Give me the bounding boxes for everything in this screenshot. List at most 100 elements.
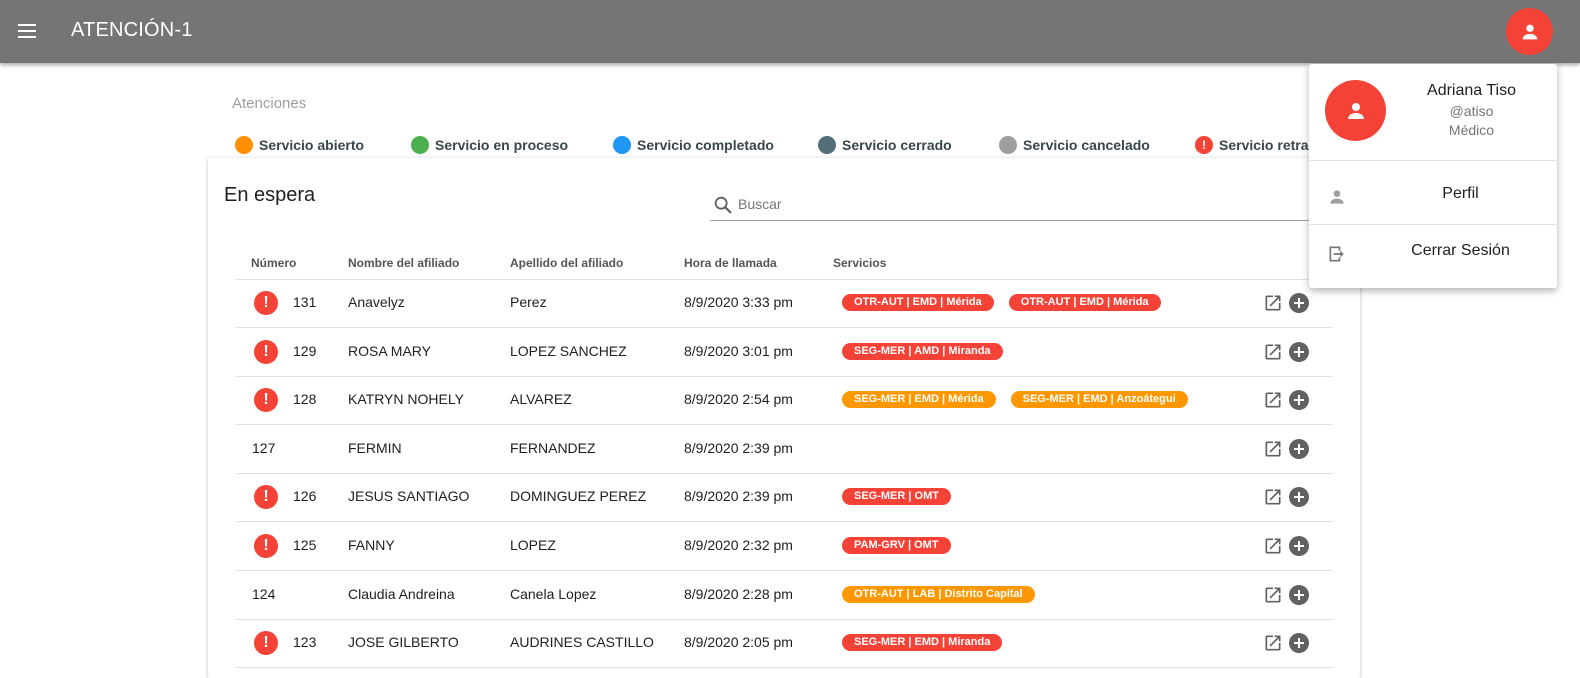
cell-numero: 129 xyxy=(293,342,317,359)
cell-numero: 131 xyxy=(293,294,317,310)
user-menu: Adriana Tiso @atiso Médico Perfil Cerrar… xyxy=(1309,64,1557,288)
table-row[interactable]: ! 129 ROSA MARY LOPEZ SANCHEZ 8/9/2020 3:01 … xyxy=(236,328,1333,377)
add-circle-icon[interactable] xyxy=(1289,293,1309,313)
legend-item-cancelado: Servicio cancelado xyxy=(999,136,1150,154)
open-in-new-icon[interactable] xyxy=(1263,633,1283,653)
menu-item-label: Cerrar Sesión xyxy=(1411,242,1510,259)
add-circle-icon[interactable] xyxy=(1289,341,1309,362)
cell-apellido: Perez xyxy=(510,294,547,310)
cell-apellido: Canela Lopez xyxy=(510,585,597,602)
top-app-bar: ATENCIÓN-1 xyxy=(0,0,1580,63)
table-row[interactable]: ! 128 KATRYN NOHELY ALVAREZ 8/9/2020 2:54 pm… xyxy=(236,376,1333,426)
cell-apellido: AUDRINES CASTILLO xyxy=(510,634,654,651)
open-in-new-icon[interactable] xyxy=(1263,390,1283,410)
person-icon xyxy=(1347,102,1364,119)
column-header-apellido[interactable]: Apellido del afiliado xyxy=(510,256,623,270)
add-circle-icon[interactable] xyxy=(1289,633,1309,654)
cell-nombre: Anavelyz xyxy=(348,294,405,310)
alert-icon: ! xyxy=(254,485,278,510)
legend-item-en-proceso: Servicio en proceso xyxy=(411,136,568,154)
legend-item-abierto: Servicio abierto xyxy=(235,136,364,154)
service-chip[interactable]: SEG-MER | EMD | Miranda xyxy=(842,634,1003,652)
legend-label: Servicio completado xyxy=(637,137,774,153)
service-chip[interactable]: SEG-MER | EMD | Mérida xyxy=(842,391,996,409)
service-chip[interactable]: SEG-MER | EMD | Anzoátegui xyxy=(1010,391,1188,409)
search-icon xyxy=(714,196,732,214)
service-chip[interactable]: OTR-AUT | LAB | Distrito Capital xyxy=(842,585,1035,603)
menu-item-perfil[interactable]: Perfil xyxy=(1309,169,1557,224)
user-handle: @atiso xyxy=(1449,103,1494,119)
account-button[interactable] xyxy=(1506,8,1553,55)
user-name: Adriana Tiso xyxy=(1427,82,1516,99)
service-chip[interactable]: PAM-GRV | OMT xyxy=(842,537,951,554)
cell-nombre: Claudia Andreina xyxy=(348,585,455,602)
column-header-nombre[interactable]: Nombre del afiliado xyxy=(348,256,459,270)
column-header-servicios: Servicios xyxy=(833,256,887,270)
table-row[interactable]: ! 131 Anavelyz Perez 8/9/2020 3:33 pm OTR-AUT… xyxy=(236,279,1333,328)
divider xyxy=(1309,224,1557,225)
legend-label: Servicio retrasado xyxy=(1219,137,1310,153)
table-row[interactable]: ! 126 JESUS SANTIAGO DOMINGUEZ PEREZ 8/9/202… xyxy=(236,473,1333,523)
table-row[interactable]: 127 FERMIN FERNANDEZ 8/9/2020 2:39 pm xyxy=(236,425,1333,474)
search-field xyxy=(710,190,1360,221)
cell-hora: 8/9/2020 2:39 pm xyxy=(684,439,793,456)
alert-icon: ! xyxy=(254,534,278,558)
status-dot-icon xyxy=(411,136,429,154)
open-in-new-icon[interactable] xyxy=(1263,536,1283,556)
legend-label: Servicio cerrado xyxy=(842,137,952,153)
services-list: OTR-AUT | LAB | Distrito Capital xyxy=(842,585,1035,603)
cell-numero: 125 xyxy=(293,537,317,553)
cell-numero: 126 xyxy=(293,488,317,505)
cell-numero: 128 xyxy=(293,391,317,408)
table-row[interactable]: 124 Claudia Andreina Canela Lopez 8/9/2020 … xyxy=(236,571,1333,620)
person-icon xyxy=(1522,24,1537,39)
cell-numero: 127 xyxy=(252,439,276,456)
column-header-numero[interactable]: Número xyxy=(251,256,296,270)
cell-hora: 8/9/2020 3:01 pm xyxy=(684,342,793,359)
cell-hora: 8/9/2020 2:54 pm xyxy=(684,391,793,408)
add-circle-icon[interactable] xyxy=(1289,438,1309,459)
open-in-new-icon[interactable] xyxy=(1263,439,1283,459)
legend-item-completado: Servicio completado xyxy=(613,136,774,154)
add-circle-icon[interactable] xyxy=(1289,536,1309,556)
open-in-new-icon[interactable] xyxy=(1263,293,1283,313)
logout-icon xyxy=(1329,246,1344,262)
cell-apellido: DOMINGUEZ PEREZ xyxy=(510,488,647,505)
status-dot-icon xyxy=(999,136,1017,154)
avatar xyxy=(1325,80,1386,141)
person-icon xyxy=(1330,190,1344,204)
menu-icon[interactable] xyxy=(14,18,40,44)
add-circle-icon[interactable] xyxy=(1289,390,1309,411)
add-circle-icon[interactable] xyxy=(1289,584,1309,605)
menu-item-label: Perfil xyxy=(1442,185,1479,202)
alert-icon: ! xyxy=(254,631,278,656)
open-in-new-icon[interactable] xyxy=(1263,585,1283,605)
cell-apellido: LOPEZ SANCHEZ xyxy=(510,342,627,359)
page-heading: Atenciones xyxy=(232,95,307,112)
cell-nombre: JESUS SANTIAGO xyxy=(348,488,470,505)
cell-apellido: ALVAREZ xyxy=(510,391,572,408)
cell-hora: 8/9/2020 2:05 pm xyxy=(684,634,793,651)
table-row[interactable]: ! 123 JOSE GILBERTO AUDRINES CASTILLO 8/9/20… xyxy=(236,619,1333,669)
user-role: Médico xyxy=(1448,122,1495,138)
cell-nombre: KATRYN NOHELY xyxy=(348,391,464,408)
service-chip[interactable]: OTR-AUT | EMD | Mérida xyxy=(842,294,994,311)
cell-nombre: FERMIN xyxy=(348,439,402,456)
service-chip[interactable]: SEG-MER | AMD | Miranda xyxy=(842,342,1003,360)
legend-label: Servicio cancelado xyxy=(1023,137,1150,153)
app-title: ATENCIÓN-1 xyxy=(71,19,193,41)
add-circle-icon[interactable] xyxy=(1289,487,1309,508)
table-header: Número Nombre del afiliado Apellido del … xyxy=(236,254,1333,280)
column-header-hora[interactable]: Hora de llamada xyxy=(684,256,777,270)
cell-apellido: FERNANDEZ xyxy=(510,439,596,456)
service-chip[interactable]: SEG-MER | OMT xyxy=(842,488,951,506)
table-row[interactable]: ! 125 FANNY LOPEZ 8/9/2020 2:32 pm PAM-GRV | … xyxy=(236,522,1333,571)
open-in-new-icon[interactable] xyxy=(1263,487,1283,507)
services-list: SEG-MER | OMT xyxy=(842,488,951,506)
menu-item-cerrar-sesion[interactable]: Cerrar Sesión xyxy=(1309,226,1557,281)
service-chip[interactable]: OTR-AUT | EMD | Mérida xyxy=(1008,294,1161,311)
open-in-new-icon[interactable] xyxy=(1263,342,1283,362)
search-input[interactable] xyxy=(738,192,1338,216)
divider xyxy=(1309,160,1557,161)
cell-nombre: FANNY xyxy=(348,537,395,553)
